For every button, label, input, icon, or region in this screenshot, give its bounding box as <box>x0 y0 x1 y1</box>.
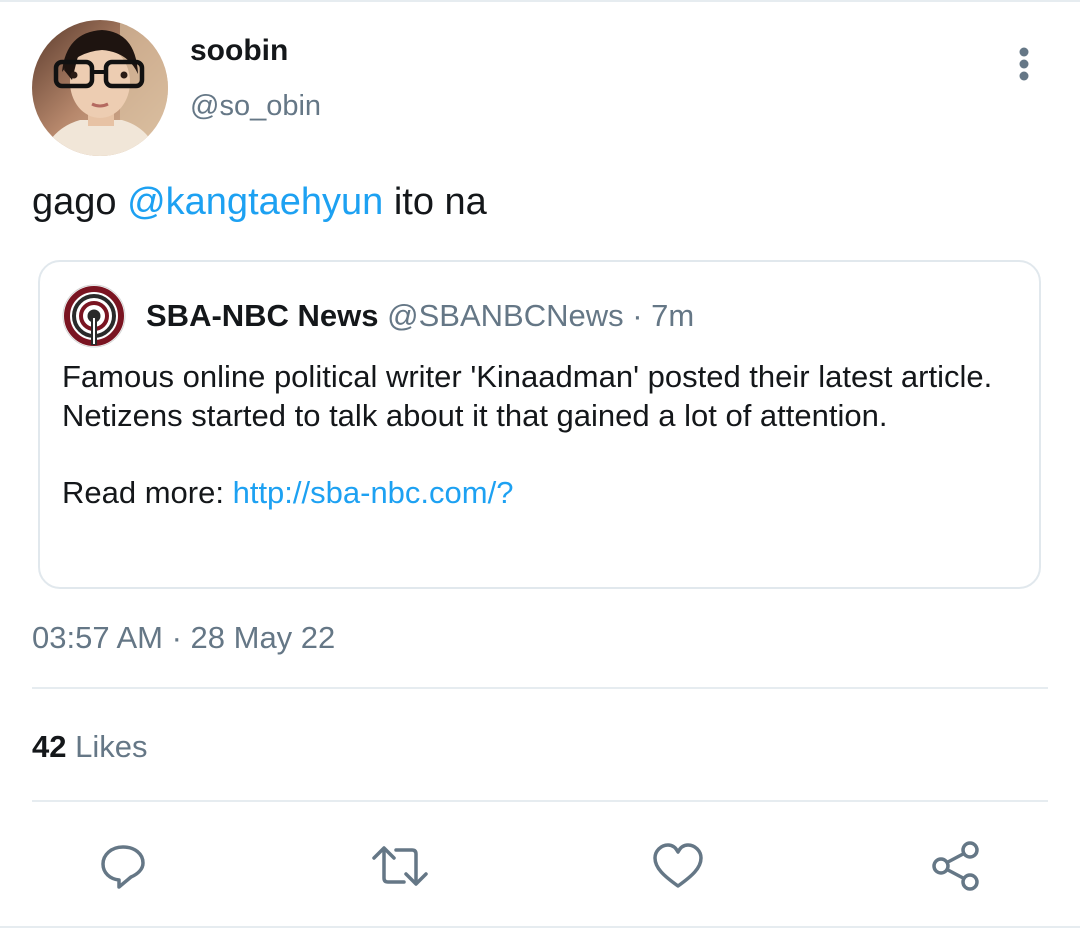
divider <box>32 800 1048 802</box>
quote-time: · 7m <box>632 298 695 333</box>
news-logo-icon <box>62 284 126 348</box>
tweet-timestamp[interactable]: 03:57 AM · 28 May 22 <box>32 620 335 656</box>
retweet-button[interactable] <box>370 836 430 896</box>
avatar[interactable] <box>32 20 168 156</box>
quote-body: Famous online political writer 'Kinaadma… <box>62 358 1022 512</box>
tweet-text: gago @kangtaehyun ito na <box>32 181 487 224</box>
user-handle[interactable]: @so_obin <box>190 90 321 123</box>
likes-count: 42 <box>32 729 67 764</box>
avatar-image <box>32 20 168 156</box>
quote-handle: @SBANBCNews <box>387 298 624 333</box>
quote-read-more: Read more: http://sba-nbc.com/? <box>62 474 1022 513</box>
quote-display-name: SBA-NBC News <box>146 298 379 333</box>
tweet-text-before: gago <box>32 181 128 223</box>
retweet-icon <box>372 846 428 886</box>
mention-link[interactable]: @kangtaehyun <box>127 181 383 223</box>
tweet-text-after: ito na <box>383 181 487 223</box>
more-options-button[interactable] <box>1004 42 1044 86</box>
divider <box>32 687 1048 689</box>
more-vertical-icon <box>1019 47 1029 81</box>
read-more-link[interactable]: http://sba-nbc.com/? <box>233 475 514 510</box>
likes-label: Likes <box>75 729 148 764</box>
reply-button[interactable] <box>93 836 153 896</box>
quote-body-text: Famous online political writer 'Kinaadma… <box>62 359 993 433</box>
like-button[interactable] <box>648 836 708 896</box>
quoted-tweet-card[interactable]: SBA-NBC News @SBANBCNews · 7m Famous onl… <box>38 260 1041 589</box>
share-button[interactable] <box>926 836 986 896</box>
likes-stat[interactable]: 42 Likes <box>32 729 147 765</box>
quote-header: SBA-NBC News @SBANBCNews · 7m <box>146 298 694 334</box>
share-icon <box>932 841 979 891</box>
heart-icon <box>653 843 703 888</box>
top-divider <box>0 0 1080 2</box>
read-more-label: Read more: <box>62 474 224 510</box>
reply-icon <box>101 845 145 889</box>
quote-avatar <box>62 284 126 348</box>
display-name[interactable]: soobin <box>190 34 288 68</box>
